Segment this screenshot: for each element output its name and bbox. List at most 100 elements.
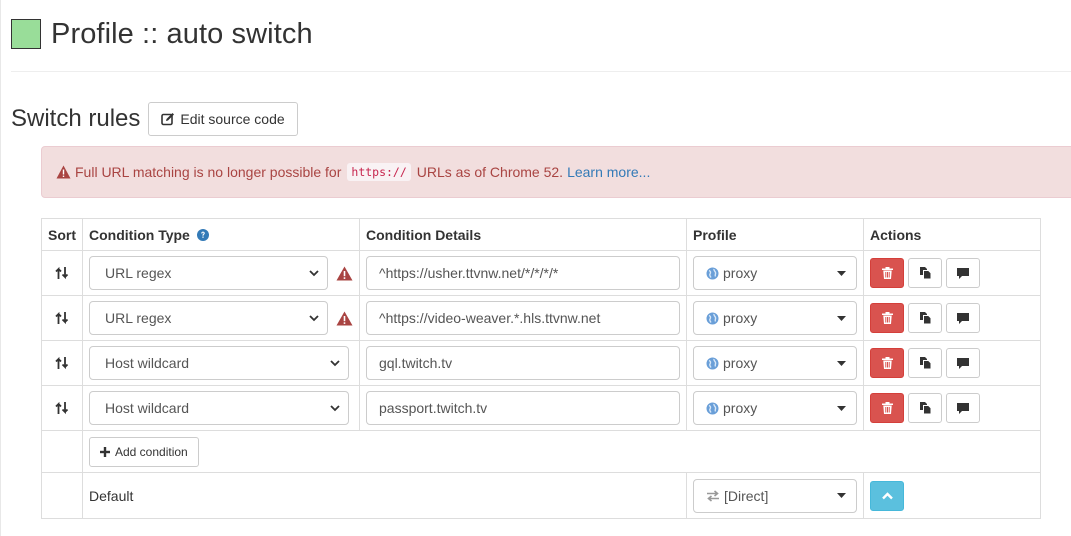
condition-type-select[interactable]: Host wildcard	[89, 346, 349, 380]
add-condition-row: Add condition	[41, 430, 1041, 473]
condition-details-cell: gql.twitch.tv	[359, 340, 687, 386]
header-condition-type: Condition Type	[82, 218, 360, 251]
clone-button[interactable]	[908, 303, 942, 333]
actions-cell	[863, 385, 1041, 431]
profile-cell: proxy	[686, 385, 864, 431]
clone-button[interactable]	[908, 258, 942, 288]
header-profile: Profile	[686, 218, 864, 251]
header-actions: Actions	[863, 218, 1041, 251]
sort-arrows-icon	[55, 356, 69, 370]
profile-cell: proxy	[686, 340, 864, 386]
edit-source-code-button[interactable]: Edit source code	[148, 101, 298, 136]
default-actions-cell	[863, 472, 1041, 519]
profile-select[interactable]: proxy	[693, 301, 857, 335]
condition-type-value: URL regex	[105, 310, 172, 326]
trash-icon	[881, 402, 893, 414]
default-profile-cell: [Direct]	[686, 472, 864, 519]
section-title: Switch rules	[11, 104, 141, 132]
sort-arrows-icon	[55, 266, 69, 280]
scroll-up-button[interactable]	[870, 480, 904, 511]
delete-button[interactable]	[870, 393, 904, 423]
default-label: Default	[89, 487, 134, 504]
condition-warning-icon[interactable]	[336, 311, 353, 326]
note-button[interactable]	[946, 258, 980, 288]
page-header: Profile :: auto switch	[11, 14, 313, 54]
add-condition-cell: Add condition	[82, 430, 1041, 473]
profile-value: proxy	[723, 400, 758, 416]
delete-button[interactable]	[870, 303, 904, 333]
sort-arrows-icon	[55, 401, 69, 415]
note-button[interactable]	[946, 348, 980, 378]
profile-cell: proxy	[686, 295, 864, 341]
default-profile-select[interactable]: [Direct]	[693, 478, 857, 513]
learn-more-link[interactable]: Learn more...	[567, 164, 650, 180]
switch-rules-table: Sort Condition Type Condition Details Pr…	[41, 218, 1041, 519]
caret-down-icon	[837, 270, 846, 276]
table-row: Host wildcard gql.twitch.tv proxy	[41, 340, 1041, 386]
profile-select[interactable]: proxy	[693, 256, 857, 290]
header-condition-type-label: Condition Type	[89, 226, 190, 243]
actions-cell	[863, 340, 1041, 386]
sort-cell	[41, 340, 83, 386]
copy-icon	[919, 402, 931, 414]
delete-button[interactable]	[870, 348, 904, 378]
profile-select[interactable]: proxy	[693, 346, 857, 380]
condition-warning-icon[interactable]	[336, 266, 353, 281]
condition-type-select[interactable]: URL regex	[89, 301, 328, 335]
direct-exchange-icon	[707, 489, 719, 502]
note-button[interactable]	[946, 303, 980, 333]
edit-source-code-label: Edit source code	[180, 110, 285, 127]
globe-icon	[706, 402, 719, 414]
delete-button[interactable]	[870, 258, 904, 288]
profile-color-swatch[interactable]	[11, 19, 41, 49]
condition-details-input[interactable]: ^https://video-weaver.*.hls.ttvnw.net	[366, 301, 680, 335]
profile-value: proxy	[723, 265, 758, 281]
table-header-row: Sort Condition Type Condition Details Pr…	[41, 218, 1041, 251]
sort-handle[interactable]	[48, 401, 76, 415]
profile-select[interactable]: proxy	[693, 391, 857, 425]
clone-button[interactable]	[908, 348, 942, 378]
condition-type-select[interactable]: URL regex	[89, 256, 328, 290]
condition-type-value: URL regex	[105, 265, 172, 281]
comment-icon	[957, 402, 969, 414]
plus-icon	[100, 446, 110, 457]
copy-icon	[919, 267, 931, 279]
clone-button[interactable]	[908, 393, 942, 423]
header-condition-details: Condition Details	[359, 218, 687, 251]
condition-type-cell: URL regex	[82, 250, 360, 296]
chevron-down-icon	[330, 404, 340, 411]
caret-down-icon	[837, 493, 846, 498]
sort-handle[interactable]	[48, 311, 76, 325]
globe-icon	[706, 267, 719, 279]
help-icon[interactable]	[196, 228, 209, 241]
sort-handle[interactable]	[48, 356, 76, 370]
header-sort: Sort	[41, 218, 83, 251]
table-row: URL regex ^https://video-weaver.*.hls.tt…	[41, 295, 1041, 341]
sort-handle[interactable]	[48, 266, 76, 280]
caret-down-icon	[837, 315, 846, 321]
condition-type-cell: URL regex	[82, 295, 360, 341]
comment-icon	[957, 267, 969, 279]
alert-text-after: URLs as of Chrome 52.	[416, 164, 564, 180]
condition-details-input[interactable]: gql.twitch.tv	[366, 346, 680, 380]
condition-type-select[interactable]: Host wildcard	[89, 391, 349, 425]
switch-rules-header: Switch rules Edit source code	[11, 101, 298, 136]
default-label-cell: Default	[82, 472, 687, 519]
chrome52-warning-alert: Full URL matching is no longer possible …	[41, 146, 1071, 198]
warning-icon	[56, 165, 71, 179]
alert-text-before: Full URL matching is no longer possible …	[75, 164, 342, 180]
copy-icon	[919, 357, 931, 369]
add-condition-button[interactable]: Add condition	[89, 436, 199, 467]
sort-cell	[41, 385, 83, 431]
chevron-down-icon	[309, 269, 319, 276]
profile-value: proxy	[723, 355, 758, 371]
note-button[interactable]	[946, 393, 980, 423]
profile-cell: proxy	[686, 250, 864, 296]
trash-icon	[881, 312, 893, 324]
globe-icon	[706, 312, 719, 324]
condition-details-input[interactable]: passport.twitch.tv	[366, 391, 680, 425]
condition-type-cell: Host wildcard	[82, 385, 360, 431]
copy-icon	[919, 312, 931, 324]
condition-details-input[interactable]: ^https://usher.ttvnw.net/*/*/*/*	[366, 256, 680, 290]
condition-type-value: Host wildcard	[105, 355, 190, 371]
